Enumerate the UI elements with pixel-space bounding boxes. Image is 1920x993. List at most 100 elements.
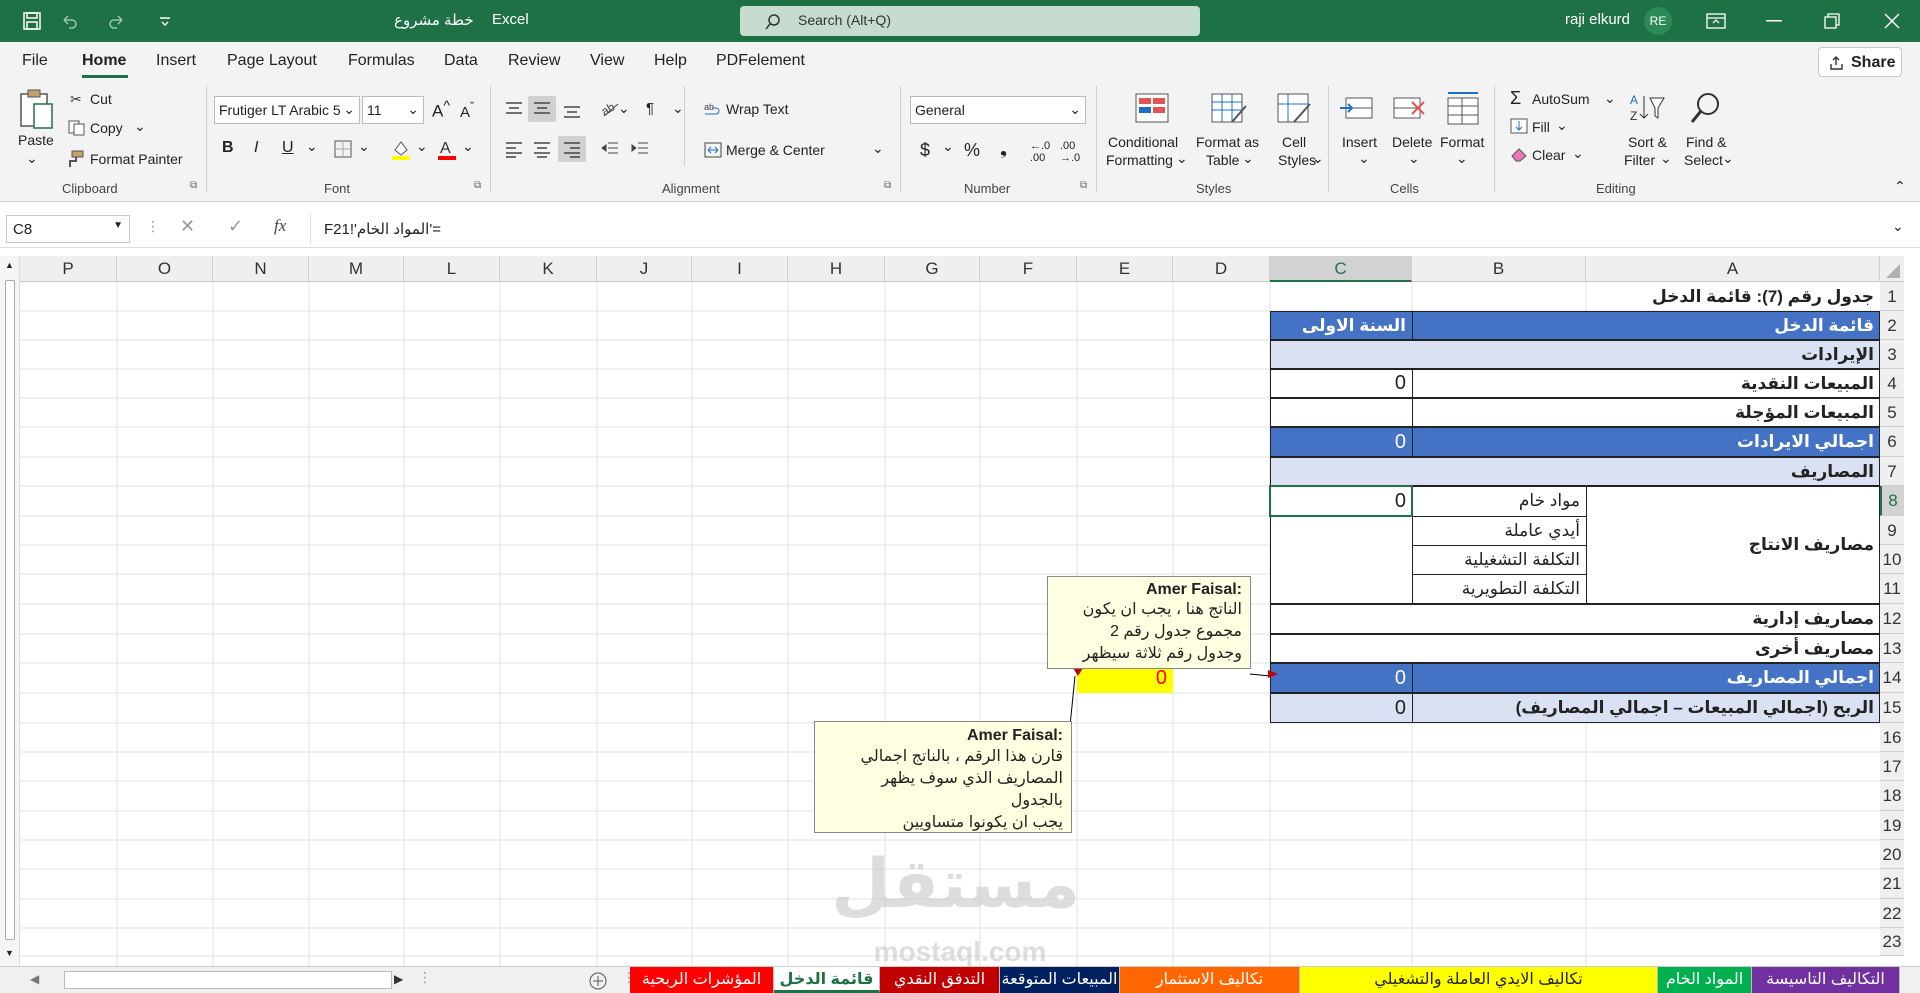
align-bottom-icon[interactable] <box>562 102 582 120</box>
row-header[interactable]: 18 <box>1880 781 1904 811</box>
row-header[interactable]: 2 <box>1880 311 1904 340</box>
redo-icon[interactable] <box>108 12 126 30</box>
save-icon[interactable] <box>22 11 42 31</box>
formula-input[interactable]: ='المواد الخام'!F21 <box>324 220 441 238</box>
font-size-select[interactable]: 11 ⌄ <box>362 96 424 124</box>
row-header[interactable]: 15 <box>1880 693 1904 723</box>
scroll-tabs-right-icon[interactable]: ▶ <box>394 972 403 986</box>
insert-function-icon[interactable]: fx <box>274 216 286 236</box>
find-select-button[interactable]: Find & <box>1686 134 1726 150</box>
row-header[interactable]: 6 <box>1880 427 1904 457</box>
merge-center-button[interactable]: Merge & Center <box>726 142 825 158</box>
bold-icon[interactable]: B <box>222 139 234 157</box>
decrease-indent-icon[interactable] <box>600 140 620 158</box>
delete-cells-button[interactable]: Delete <box>1392 134 1432 150</box>
paste-icon[interactable] <box>18 88 56 130</box>
row-header[interactable]: 19 <box>1880 811 1904 840</box>
cell-styles-button[interactable]: Cell <box>1282 134 1306 150</box>
conditional-formatting-button[interactable]: Conditional <box>1108 134 1178 150</box>
sheet-tab[interactable]: قائمة الدخل <box>774 967 880 993</box>
close-icon[interactable] <box>1884 13 1900 29</box>
horizontal-scrollbar[interactable] <box>64 971 392 989</box>
fill-button[interactable]: Fill <box>1532 119 1550 135</box>
row-header[interactable]: 13 <box>1880 634 1904 663</box>
row-header[interactable]: 9 <box>1880 516 1904 545</box>
customize-qat-icon[interactable] <box>158 14 172 28</box>
copy-button[interactable]: Copy <box>90 120 123 136</box>
comment-note[interactable]: Amer Faisal: الناتج هنا ، يجب ان يكون مج… <box>1047 576 1251 669</box>
increase-decimal-icon[interactable]: ←.0.00 <box>1030 140 1050 164</box>
tab-home[interactable]: Home <box>82 52 126 70</box>
select-all-button[interactable] <box>1880 256 1904 282</box>
align-left-icon[interactable] <box>504 140 524 158</box>
row-header[interactable]: 14 <box>1880 663 1904 693</box>
formula-bar-options[interactable]: ⋮ <box>146 218 160 235</box>
share-button[interactable]: Share <box>1818 47 1902 77</box>
align-right-icon[interactable] <box>562 140 582 158</box>
enter-icon[interactable]: ✓ <box>228 216 243 237</box>
increase-indent-icon[interactable] <box>630 140 650 158</box>
sheet-tab[interactable]: التكاليف التاسيسة <box>1752 967 1900 993</box>
search-box[interactable]: Search (Alt+Q) <box>740 6 1200 36</box>
tab-review[interactable]: Review <box>508 52 560 70</box>
new-sheet-icon[interactable] <box>588 971 608 991</box>
row-header[interactable]: 5 <box>1880 398 1904 427</box>
sheet-tab[interactable]: المؤشرات الربحية <box>630 967 774 993</box>
align-center-icon[interactable] <box>532 140 552 158</box>
row-header[interactable]: 12 <box>1880 604 1904 634</box>
cut-button[interactable]: Cut <box>90 91 112 107</box>
tab-pdfelement[interactable]: PDFelement <box>716 52 805 70</box>
row-header[interactable]: 3 <box>1880 340 1904 369</box>
row-header[interactable]: 1 <box>1880 282 1904 311</box>
align-top-icon[interactable] <box>504 100 524 118</box>
wrap-text-button[interactable]: Wrap Text <box>726 101 789 117</box>
borders-icon[interactable] <box>334 140 354 158</box>
autosum-button[interactable]: AutoSum <box>1532 91 1590 107</box>
row-header[interactable]: 20 <box>1880 840 1904 869</box>
avatar[interactable]: RE <box>1644 7 1672 35</box>
insert-cells-button[interactable]: Insert <box>1342 134 1377 150</box>
sheet-tab[interactable]: تكاليف الايدي العاملة والتشغيلي <box>1300 967 1658 993</box>
tab-help[interactable]: Help <box>654 52 687 70</box>
ribbon-display-icon[interactable] <box>1706 12 1726 30</box>
clear-button[interactable]: Clear <box>1532 147 1565 163</box>
percent-icon[interactable]: % <box>964 140 980 161</box>
cancel-icon[interactable]: ✕ <box>180 216 195 237</box>
tab-data[interactable]: Data <box>444 52 478 70</box>
worksheet-grid[interactable]: ▲ ▼ PONMLKJIHGFEDCBA 1 2 3 4 5 6 7 8 9 10 11 12 13 14… <box>0 256 1920 967</box>
tab-file[interactable]: File <box>22 52 48 70</box>
row-header[interactable]: 22 <box>1880 899 1904 928</box>
tab-view[interactable]: View <box>590 52 624 70</box>
italic-icon[interactable]: I <box>254 139 258 157</box>
comment-note[interactable]: Amer Faisal: قارن هذا الرقم ، بالناتج اج… <box>814 721 1072 833</box>
row-header[interactable]: 17 <box>1880 752 1904 781</box>
row-header[interactable]: 23 <box>1880 928 1904 956</box>
paste-button[interactable]: Paste <box>18 132 54 148</box>
underline-icon[interactable]: U <box>282 139 294 157</box>
number-format-select[interactable]: General ⌄ <box>910 96 1086 124</box>
row-header[interactable]: 11 <box>1880 574 1904 604</box>
collapse-ribbon-icon[interactable]: ⌃ <box>1894 178 1906 195</box>
undo-icon[interactable] <box>60 12 78 30</box>
align-middle-icon[interactable] <box>532 100 552 118</box>
format-as-table-button[interactable]: Format as <box>1196 134 1259 150</box>
increase-font-icon[interactable]: A^ <box>432 98 450 122</box>
row-header[interactable]: 10 <box>1880 545 1904 574</box>
row-header[interactable]: 8 <box>1880 486 1904 516</box>
scroll-tabs-left-icon[interactable]: ◀ <box>30 972 39 986</box>
fill-color-icon[interactable] <box>390 138 412 160</box>
sort-filter-button[interactable]: Sort & <box>1628 134 1667 150</box>
format-painter-button[interactable]: Format Painter <box>90 151 183 167</box>
decrease-font-icon[interactable]: Aˇ <box>460 100 474 121</box>
row-header[interactable]: 21 <box>1880 869 1904 899</box>
row-header[interactable]: 4 <box>1880 369 1904 398</box>
name-box[interactable]: C8 ▼ <box>6 215 130 243</box>
decrease-decimal-icon[interactable]: .00 →.0 <box>1060 140 1080 164</box>
currency-icon[interactable]: $ <box>920 140 930 161</box>
sheet-tab[interactable]: المبيعات المتوقعة <box>1000 967 1120 993</box>
font-name-select[interactable]: Frutiger LT Arabic 5 ⌄ <box>214 96 360 124</box>
row-header[interactable]: 7 <box>1880 457 1904 486</box>
font-color-icon[interactable]: A <box>436 138 458 160</box>
tab-page-layout[interactable]: Page Layout <box>227 52 317 70</box>
minimize-icon[interactable] <box>1766 20 1782 22</box>
